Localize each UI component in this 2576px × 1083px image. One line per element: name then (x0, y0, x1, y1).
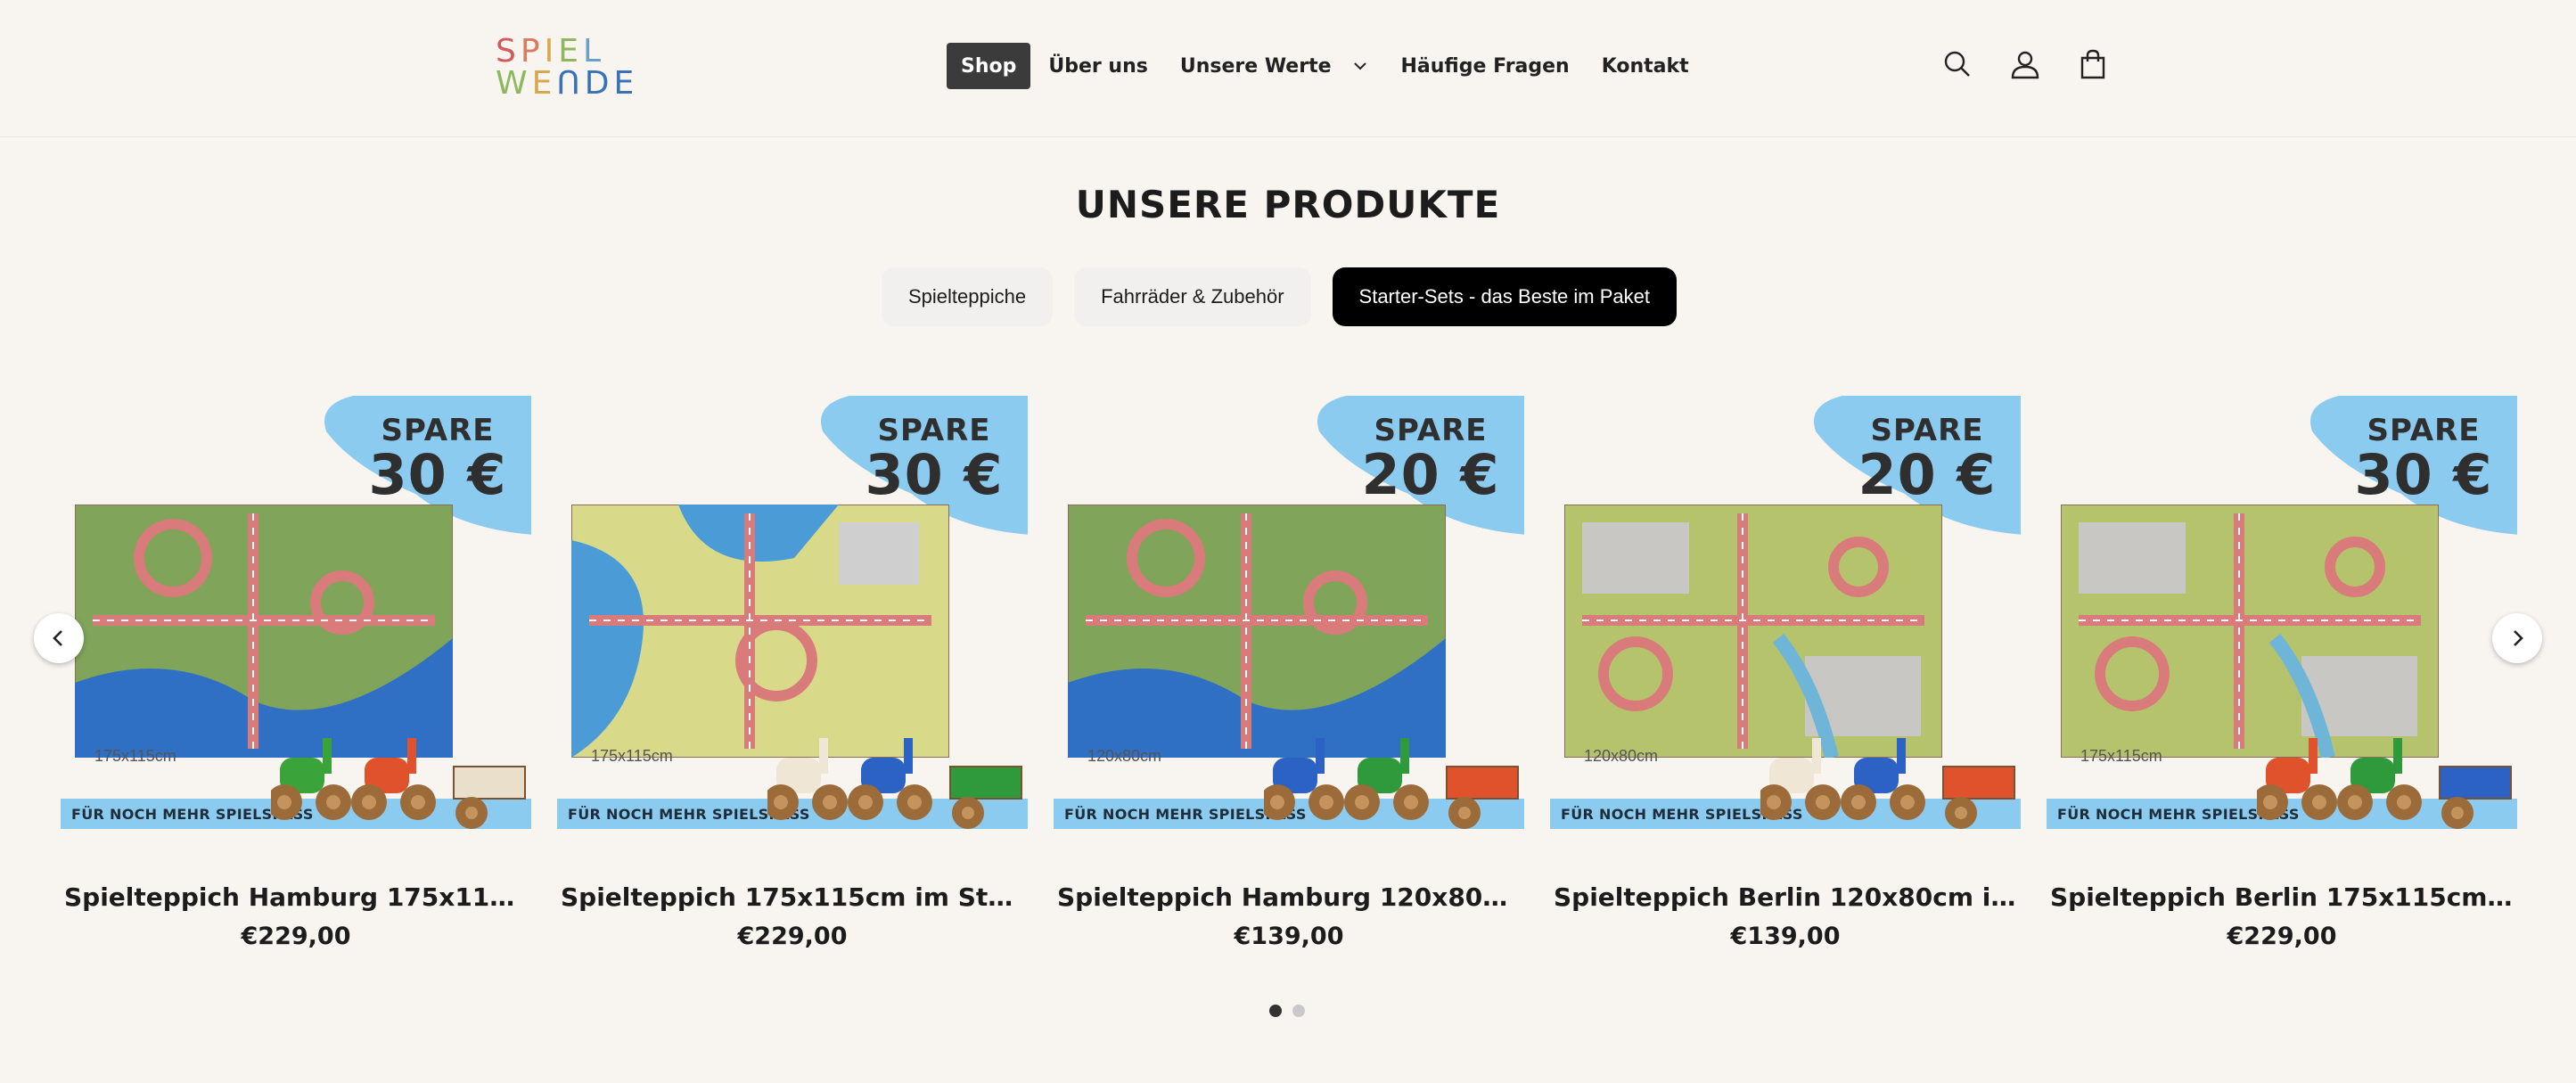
product-title[interactable]: Spielteppich Hamburg 175x115cm im… (61, 882, 531, 912)
logo-line-1: S P I E L (496, 36, 624, 68)
carousel-next-button[interactable] (2492, 613, 2542, 663)
product-image[interactable]: SPARE 20 €120x80cm FÜR NOCH MEHR SPIELSPAS… (1550, 392, 2021, 838)
nav-haeufige-fragen[interactable]: Häufige Fragen (1385, 43, 1586, 89)
discount-amount: 30 € (2354, 442, 2493, 507)
play-mat-illustration (570, 504, 950, 759)
product-title[interactable]: Spielteppich Berlin 175x115cm im… (2047, 882, 2517, 912)
account-icon[interactable] (2007, 46, 2043, 82)
product-price: €229,00 (241, 923, 351, 950)
product-image[interactable]: SPARE 20 €120x80cm FÜR NOCH MEHR SPIELSPAS… (1054, 392, 1524, 838)
logo-letter: L (582, 33, 606, 70)
size-label: 120x80cm (1584, 747, 1659, 765)
chevron-down-icon (1353, 62, 1366, 70)
nav-unsere-werte[interactable]: Unsere Werte (1164, 43, 1385, 89)
nav-shop[interactable]: Shop (947, 43, 1031, 89)
product-card[interactable]: SPARE 20 €120x80cm FÜR NOCH MEHR SPIELSPAS… (1054, 392, 1524, 950)
product-image[interactable]: SPARE 30 €175x115cm FÜR NOCH MEHR SPIELSPA… (2047, 392, 2517, 838)
balance-bikes-illustration (1756, 731, 2021, 838)
discount-amount: 20 € (1858, 442, 1997, 507)
product-title[interactable]: Spielteppich Hamburg 120x80cm im… (1054, 882, 1524, 912)
product-card[interactable]: SPARE 30 €175x115cm FÜR NOCH MEHR SPIELSPA… (2047, 392, 2517, 950)
discount-badge: SPARE 30 € (841, 414, 1028, 504)
product-price: €229,00 (737, 923, 848, 950)
product-image[interactable]: SPARE 30 €175x115cm FÜR NOCH MEHR SPIELSPA… (557, 392, 1028, 838)
product-category-tabs: Spielteppiche Fahrräder & Zubehör Starte… (0, 267, 2576, 326)
logo-letter: Ո (556, 65, 585, 102)
nav-ueber-uns[interactable]: Über uns (1032, 43, 1163, 89)
nav-kontakt[interactable]: Kontakt (1586, 43, 1705, 89)
cart-icon[interactable] (2075, 46, 2111, 82)
carousel-dot[interactable] (1292, 1005, 1305, 1017)
discount-amount: 30 € (368, 442, 507, 507)
product-title[interactable]: Spielteppich 175x115cm im Starter-Set (557, 882, 1028, 912)
product-image[interactable]: SPARE 30 €175x115cm FÜR NOCH MEHR SPIELSPA… (61, 392, 531, 838)
balance-bikes-illustration (763, 731, 1028, 838)
site-header: S P I E L W E Ո D E Shop Über uns Unsere… (0, 0, 2576, 137)
logo-line-2: W E Ո D E (496, 65, 634, 102)
carousel-pagination (1269, 1005, 1305, 1017)
search-icon[interactable] (1940, 46, 1975, 82)
section-title: UNSERE PRODUKTE (1075, 183, 1501, 226)
logo-letter: S (496, 33, 521, 70)
play-mat-illustration (1067, 504, 1447, 759)
product-card[interactable]: SPARE 20 €120x80cm FÜR NOCH MEHR SPIELSPAS… (1550, 392, 2021, 950)
header-actions (1940, 46, 2111, 82)
logo-letter: W (496, 65, 532, 102)
product-card[interactable]: SPARE 30 €175x115cm FÜR NOCH MEHR SPIELSPA… (557, 392, 1028, 950)
size-label: 175x115cm (2080, 747, 2162, 765)
logo-letter: E (531, 65, 557, 102)
logo-letter: I (544, 33, 559, 70)
size-label: 175x115cm (94, 747, 176, 765)
play-mat-illustration (2060, 504, 2440, 759)
discount-badge: SPARE 20 € (1337, 414, 1524, 504)
tab-spielteppiche[interactable]: Spielteppiche (881, 267, 1054, 326)
product-carousel: SPARE 30 €175x115cm FÜR NOCH MEHR SPIELSPA… (0, 392, 2576, 980)
discount-amount: 30 € (865, 442, 1004, 507)
chevron-left-icon (53, 630, 62, 646)
brand-logo[interactable]: S P I E L W E Ո D E (496, 36, 634, 102)
play-mat-illustration (1563, 504, 1943, 759)
logo-letter: P (520, 33, 545, 70)
balance-bikes-illustration (2252, 731, 2517, 838)
tab-starter-sets[interactable]: Starter-Sets - das Beste im Paket (1332, 267, 1677, 326)
product-price: €139,00 (1234, 923, 1344, 950)
nav-unsere-werte-label: Unsere Werte (1179, 54, 1332, 78)
main-nav: Shop Über uns Unsere Werte Häufige Frage… (947, 43, 1705, 89)
size-label: 120x80cm (1087, 747, 1162, 765)
balance-bikes-illustration (1259, 731, 1524, 838)
logo-letter: D (584, 65, 614, 102)
tab-fahrraeder-zubehoer[interactable]: Fahrräder & Zubehör (1074, 267, 1311, 326)
size-label: 175x115cm (591, 747, 673, 765)
discount-badge: SPARE 20 € (1834, 414, 2021, 504)
product-card[interactable]: SPARE 30 €175x115cm FÜR NOCH MEHR SPIELSPA… (61, 392, 531, 950)
chevron-right-icon (2514, 630, 2523, 646)
balance-bikes-illustration (267, 731, 531, 838)
product-price: €229,00 (2227, 923, 2337, 950)
carousel-prev-button[interactable] (34, 613, 84, 663)
product-price: €139,00 (1730, 923, 1841, 950)
logo-letter: E (613, 65, 639, 102)
discount-amount: 20 € (1361, 442, 1500, 507)
play-mat-illustration (74, 504, 454, 759)
discount-badge: SPARE 30 € (2330, 414, 2517, 504)
product-title[interactable]: Spielteppich Berlin 120x80cm im… (1550, 882, 2021, 912)
carousel-dot[interactable] (1269, 1005, 1282, 1017)
logo-letter: E (558, 33, 583, 70)
discount-badge: SPARE 30 € (344, 414, 531, 504)
